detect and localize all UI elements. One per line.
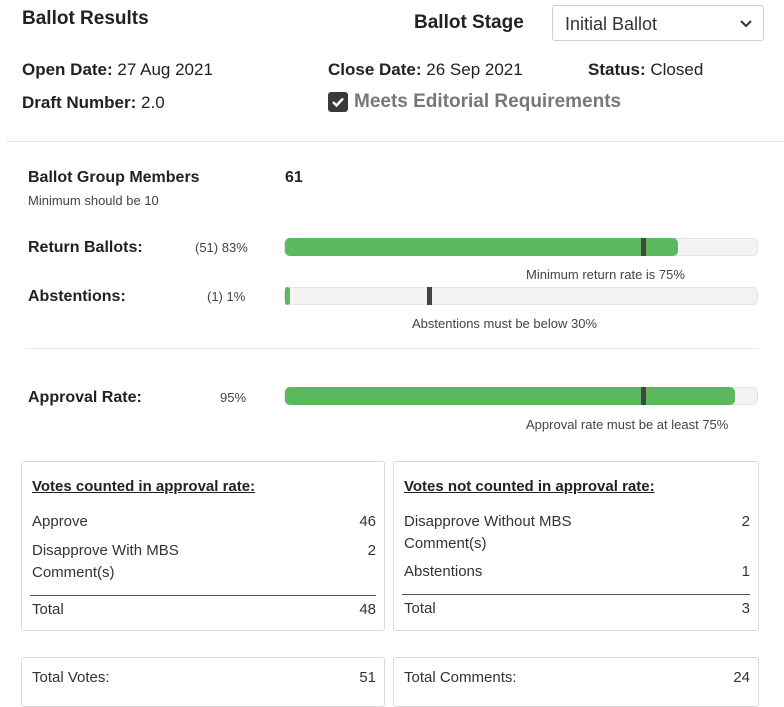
approval-rate-label: Approval Rate:	[28, 389, 142, 406]
draft-number-value: 2.0	[141, 93, 165, 112]
counted-total-rule	[30, 595, 376, 596]
counted-total-label: Total	[32, 601, 64, 618]
members-note: Minimum should be 10	[28, 193, 159, 208]
votes-not-counted-card: Votes not counted in approval rate: Disa…	[393, 461, 759, 631]
status-value: Closed	[650, 60, 704, 79]
abstentions-threshold-marker	[427, 287, 432, 305]
votes-not-counted-title: Votes not counted in approval rate:	[404, 478, 655, 495]
total-votes-label: Total Votes:	[32, 669, 110, 686]
page-title: Ballot Results	[22, 8, 149, 29]
close-date: Close Date: 26 Sep 2021	[328, 60, 523, 80]
approval-rate-threshold-marker	[641, 387, 646, 405]
return-ballots-threshold-marker	[641, 238, 646, 256]
not-counted-row-value: 2	[741, 513, 750, 530]
abstentions-label: Abstentions:	[28, 288, 126, 305]
votes-counted-card: Votes counted in approval rate: Approve …	[21, 461, 385, 631]
total-comments-value: 24	[733, 669, 750, 686]
counted-row-label: Disapprove With MBS Comment(s)	[32, 542, 179, 581]
abstentions-bar	[284, 287, 758, 305]
open-date: Open Date: 27 Aug 2021	[22, 60, 213, 80]
section-divider	[26, 348, 758, 349]
approval-rate-value: 95%	[220, 390, 247, 405]
close-date-label: Close Date:	[328, 60, 422, 79]
check-icon	[332, 97, 344, 108]
members-label: Ballot Group Members	[28, 169, 200, 186]
ballot-stage-select[interactable]: Initial Ballot	[552, 5, 764, 41]
not-counted-total-label: Total	[404, 600, 436, 617]
counted-row-label: Approve	[32, 513, 88, 530]
not-counted-total-rule	[402, 594, 750, 595]
approval-rate-bar	[284, 387, 758, 405]
counted-row-value: 2	[367, 542, 376, 559]
not-counted-row-value: 1	[741, 563, 750, 580]
members-value: 61	[285, 169, 303, 186]
draft-number: Draft Number: 2.0	[22, 93, 165, 113]
not-counted-total-value: 3	[741, 600, 750, 617]
ballot-stage-value: Initial Ballot	[565, 14, 658, 34]
total-comments-card: Total Comments: 24	[393, 657, 759, 707]
open-date-label: Open Date:	[22, 60, 113, 79]
abstentions-fill	[285, 287, 290, 305]
status-label: Status:	[588, 60, 646, 79]
abstentions-value: (1) 1%	[207, 289, 246, 304]
return-ballots-value: (51) 83%	[195, 240, 248, 255]
not-counted-row-label: Disapprove Without MBS Comment(s)	[404, 513, 572, 552]
return-ballots-bar	[284, 238, 758, 256]
return-ballots-fill	[285, 238, 678, 256]
return-ballots-note: Minimum return rate is 75%	[526, 267, 685, 282]
header-divider	[6, 141, 784, 142]
counted-row-value: 46	[359, 513, 376, 530]
return-ballots-label: Return Ballots:	[28, 239, 143, 256]
meets-editorial-checkbox[interactable]	[328, 92, 348, 112]
draft-number-label: Draft Number:	[22, 93, 137, 112]
total-votes-card: Total Votes: 51	[21, 657, 385, 707]
approval-rate-note: Approval rate must be at least 75%	[526, 417, 729, 432]
meets-editorial-label: Meets Editorial Requirements	[354, 91, 622, 112]
counted-total-value: 48	[359, 601, 376, 618]
ballot-stage-label: Ballot Stage	[414, 12, 524, 33]
abstentions-note: Abstentions must be below 30%	[412, 316, 597, 331]
close-date-value: 26 Sep 2021	[426, 60, 523, 79]
not-counted-row-label: Abstentions	[404, 563, 483, 580]
open-date-value: 27 Aug 2021	[117, 60, 213, 79]
total-comments-label: Total Comments:	[404, 669, 517, 686]
chevron-down-icon	[740, 20, 752, 28]
status: Status: Closed	[588, 60, 703, 80]
votes-counted-title: Votes counted in approval rate:	[32, 478, 256, 495]
total-votes-value: 51	[359, 669, 376, 686]
approval-rate-fill	[285, 387, 735, 405]
